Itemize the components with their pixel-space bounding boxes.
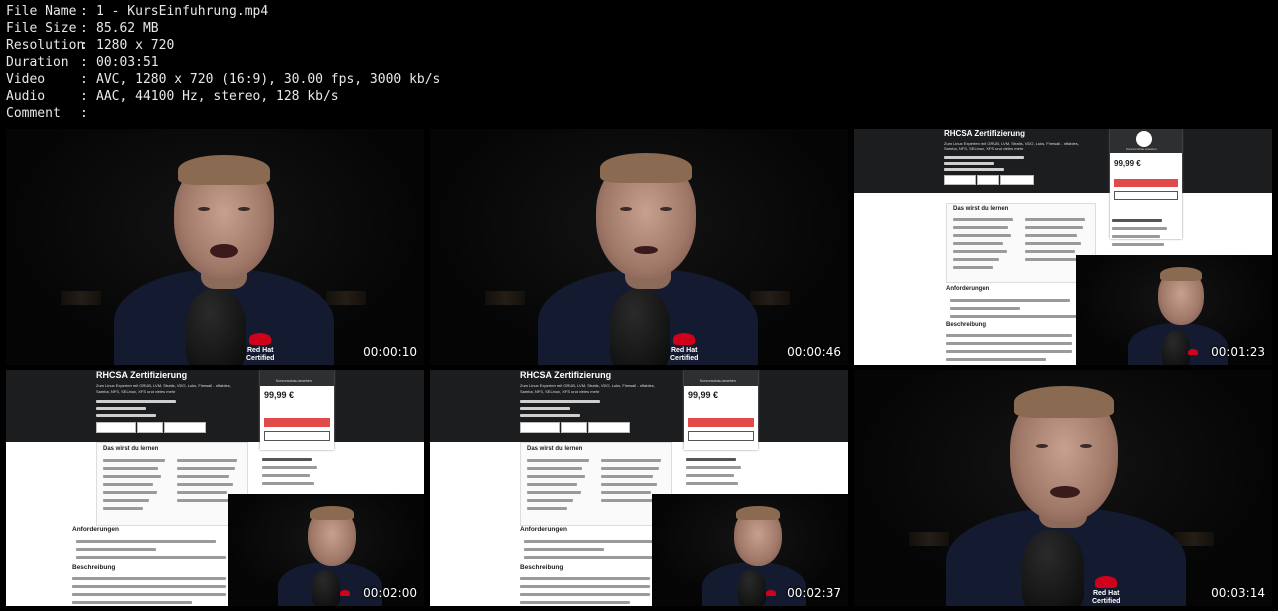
meta-audio: Audio: AAC, 44100 Hz, stereo, 128 kb/s [6,89,339,104]
red-hat-icon [1095,576,1118,588]
red-hat-icon [340,590,350,596]
thumbnail-frame-4[interactable]: RHCSA Zertifizierung Zum Linux Experten … [6,370,424,606]
redhat-certified-logo [766,590,776,597]
microphone [186,289,246,365]
meta-comment: Comment: [6,106,88,121]
price-card: Kursvorschau ansehen 99,99 € [1110,129,1182,239]
thumbnail-frame-1[interactable]: Red Hat Certified 00:00:10 [6,129,424,365]
play-icon [1136,131,1152,147]
timestamp: 00:03:14 [1211,586,1265,600]
buy-button [1114,179,1178,187]
red-hat-icon [673,333,696,345]
redhat-certified-logo [340,590,350,597]
microphone [610,289,670,365]
red-hat-icon [766,590,776,596]
red-hat-icon [1188,349,1198,355]
timestamp: 00:00:46 [787,345,841,359]
redhat-certified-logo: Red Hat Certified [246,333,274,363]
meta-resolution: Resolution:1280 x 720 [6,38,175,53]
meta-video: Video: AVC, 1280 x 720 (16:9), 30.00 fps,… [6,72,441,87]
redhat-certified-logo: Red Hat Certified [1092,576,1120,606]
file-info: File Name:1 - KursEinfuhrung.mp4 File Si… [6,3,440,122]
microphone [1022,530,1084,606]
red-hat-icon [249,333,272,345]
redhat-certified-logo [1188,349,1198,356]
meta-duration: Duration:00:03:51 [6,55,159,70]
price-card: Kursvorschau ansehen 99,99 € [260,370,334,450]
course-header: RHCSA Zertifizierung Zum Linux Experten … [854,129,1272,193]
timestamp: 00:01:23 [1211,345,1265,359]
course-header: RHCSA Zertifizierung Zum Linux Experten … [430,370,848,442]
buy-button [264,418,330,427]
course-header: RHCSA Zertifizierung Zum Linux Experten … [6,370,424,442]
timestamp: 00:02:00 [363,586,417,600]
meta-file-size: File Size:85.62 MB [6,21,159,36]
timestamp: 00:00:10 [363,345,417,359]
thumbnail-frame-2[interactable]: Red Hat Certified 00:00:46 [430,129,848,365]
thumbnail-frame-6[interactable]: Red Hat Certified 00:03:14 [854,370,1272,606]
price-card: Kursvorschau ansehen 99,99 € [684,370,758,450]
timestamp: 00:02:37 [787,586,841,600]
redhat-certified-logo: Red Hat Certified [670,333,698,363]
thumbnail-frame-3[interactable]: RHCSA Zertifizierung Zum Linux Experten … [854,129,1272,365]
buy-button [688,418,754,427]
thumbnail-frame-5[interactable]: RHCSA Zertifizierung Zum Linux Experten … [430,370,848,606]
meta-file-name: File Name:1 - KursEinfuhrung.mp4 [6,4,269,19]
